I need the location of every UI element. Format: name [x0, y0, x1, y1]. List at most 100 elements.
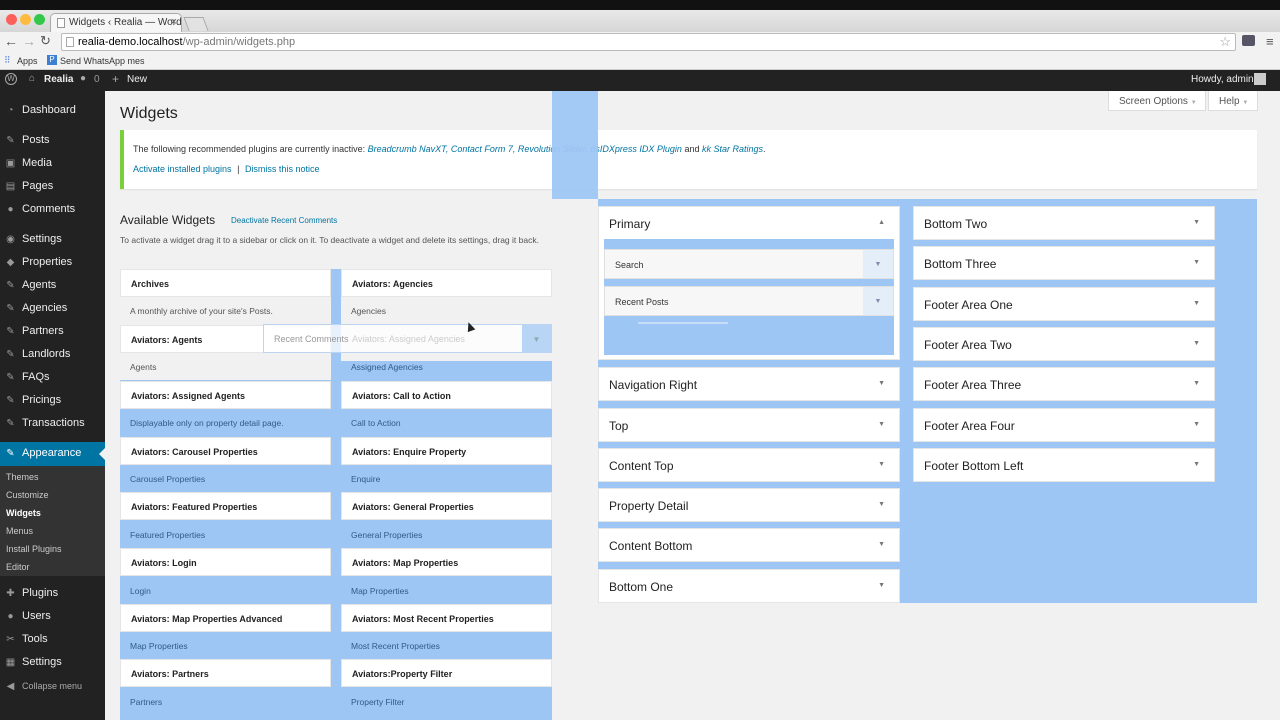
widget-login[interactable]: Aviators: Login [120, 548, 331, 576]
submenu-editor[interactable]: Editor [6, 562, 30, 572]
menu-partners[interactable]: ✎ Partners [0, 321, 105, 343]
sidebar-footer-area-one[interactable]: Footer Area One ▼ [913, 287, 1215, 321]
menu-agents[interactable]: ✎ Agents [0, 275, 105, 297]
chevron-down-icon[interactable]: ▼ [1193, 421, 1200, 428]
menu-pages[interactable]: ▤ Pages [0, 176, 105, 198]
dismiss-notice-link[interactable]: Dismiss this notice [245, 164, 320, 174]
widget-carousel-properties[interactable]: Aviators: Carousel Properties [120, 437, 331, 465]
close-tab-icon[interactable]: × [171, 16, 177, 28]
camera-icon[interactable] [1242, 35, 1255, 46]
submenu-themes[interactable]: Themes [6, 472, 39, 482]
menu-media[interactable]: ▣ Media [0, 153, 105, 175]
menu-transactions[interactable]: ✎ Transactions [0, 413, 105, 435]
help-button[interactable]: Help ▼ [1208, 91, 1258, 111]
dragging-widget[interactable]: Recent Comments Aviators: Assigned Agenc… [263, 324, 552, 353]
sidebar-footer-area-four[interactable]: Footer Area Four ▼ [913, 408, 1215, 442]
site-name[interactable]: Realia [44, 74, 73, 85]
chevron-down-icon[interactable]: ▼ [1193, 219, 1200, 226]
chevron-down-icon[interactable]: ▼ [878, 421, 885, 428]
chevron-up-icon[interactable]: ▲ [878, 219, 885, 226]
menu-dashboard[interactable]: ◔ Dashboard [0, 100, 105, 122]
back-icon[interactable]: ← [4, 33, 18, 49]
widget-enquire-property[interactable]: Aviators: Enquire Property [341, 437, 552, 465]
sidebar-content-top[interactable]: Content Top ▼ [598, 448, 900, 482]
inactive-plugins-list[interactable]: Breadcrumb NavXT, Contact Form 7, Revolu… [368, 144, 682, 154]
sidebar-footer-bottom-left[interactable]: Footer Bottom Left ▼ [913, 448, 1215, 482]
sidebar-bottom-three[interactable]: Bottom Three ▼ [913, 246, 1215, 280]
sidebar-property-detail[interactable]: Property Detail ▼ [598, 488, 900, 522]
chevron-down-icon[interactable]: ▼ [1193, 259, 1200, 266]
star-icon[interactable]: ☆ [1219, 34, 1231, 50]
reload-icon[interactable]: ↻ [40, 33, 51, 49]
widget-featured-properties[interactable]: Aviators: Featured Properties [120, 492, 331, 520]
sidebar-bottom-one[interactable]: Bottom One ▼ [598, 569, 900, 603]
widget-map-properties-advanced[interactable]: Aviators: Map Properties Advanced [120, 604, 331, 632]
chevron-down-icon[interactable]: ▼ [878, 380, 885, 387]
chevron-down-icon[interactable]: ▼ [863, 250, 893, 278]
deactivate-link[interactable]: Deactivate Recent Comments [231, 216, 337, 225]
browser-tab[interactable]: Widgets ‹ Realia — WordPress × [50, 13, 182, 32]
close-window-icon[interactable] [6, 14, 17, 25]
chevron-down-icon[interactable]: ▼ [878, 501, 885, 508]
submenu-install-plugins[interactable]: Install Plugins [6, 544, 62, 554]
maximize-window-icon[interactable] [34, 14, 45, 25]
widget-call-to-action[interactable]: Aviators: Call to Action [341, 381, 552, 409]
submenu-customize[interactable]: Customize [6, 490, 49, 500]
screen-options-button[interactable]: Screen Options ▼ [1108, 91, 1206, 111]
primary-widget-search[interactable]: Search ▼ [604, 249, 894, 279]
forward-icon[interactable]: → [22, 33, 36, 49]
primary-widget-recent-posts[interactable]: Recent Posts ▼ [604, 286, 894, 316]
bookmark-apps[interactable]: Apps [17, 56, 38, 66]
menu-comments[interactable]: ● Comments [0, 199, 105, 221]
chevron-down-icon[interactable]: ▼ [1193, 380, 1200, 387]
kk-star-ratings-link[interactable]: kk Star Ratings [702, 144, 763, 154]
sidebar-top[interactable]: Top ▼ [598, 408, 900, 442]
menu-agencies[interactable]: ✎ Agencies [0, 298, 105, 320]
widget-general-properties[interactable]: Aviators: General Properties [341, 492, 552, 520]
activate-plugins-link[interactable]: Activate installed plugins [133, 164, 232, 174]
new-link[interactable]: New [127, 74, 147, 85]
widget-assigned-agents[interactable]: Aviators: Assigned Agents [120, 381, 331, 409]
chevron-down-icon[interactable]: ▼ [878, 582, 885, 589]
sidebar-navigation-right[interactable]: Navigation Right ▼ [598, 367, 900, 401]
widget-map-properties[interactable]: Aviators: Map Properties [341, 548, 552, 576]
chevron-down-icon[interactable]: ▼ [863, 287, 893, 315]
chevron-down-icon[interactable]: ▼ [878, 541, 885, 548]
chevron-down-icon[interactable]: ▼ [1193, 340, 1200, 347]
chevron-down-icon[interactable]: ▼ [1193, 461, 1200, 468]
menu-plugins[interactable]: ✚ Plugins [0, 583, 105, 605]
sidebar-bottom-two[interactable]: Bottom Two ▼ [913, 206, 1215, 240]
widget-property-filter[interactable]: Aviators:Property Filter [341, 659, 552, 687]
sidebar-footer-area-three[interactable]: Footer Area Three ▼ [913, 367, 1215, 401]
widget-partners[interactable]: Aviators: Partners [120, 659, 331, 687]
submenu-widgets[interactable]: Widgets [6, 508, 41, 518]
menu-icon[interactable]: ≡ [1266, 34, 1274, 49]
sidebar-footer-area-two[interactable]: Footer Area Two ▼ [913, 327, 1215, 361]
minimize-window-icon[interactable] [20, 14, 31, 25]
new-tab-button[interactable] [183, 17, 209, 31]
sidebar-content-bottom[interactable]: Content Bottom ▼ [598, 528, 900, 562]
chevron-down-icon[interactable]: ▼ [1193, 300, 1200, 307]
menu-appearance[interactable]: ✎ Appearance [0, 442, 105, 466]
menu-faqs[interactable]: ✎ FAQs [0, 367, 105, 389]
menu-settings-top[interactable]: ◉ Settings [0, 229, 105, 251]
widget-most-recent-properties[interactable]: Aviators: Most Recent Properties [341, 604, 552, 632]
menu-settings[interactable]: ▦ Settings [0, 652, 105, 674]
menu-users[interactable]: ● Users [0, 606, 105, 628]
wordpress-logo-icon[interactable]: W [5, 73, 17, 85]
chevron-down-icon[interactable]: ▼ [878, 461, 885, 468]
bookmark-whatsapp[interactable]: Send WhatsApp mes [60, 56, 145, 66]
avatar[interactable] [1254, 73, 1266, 85]
widget-agencies[interactable]: Aviators: Agencies [341, 269, 552, 297]
menu-tools[interactable]: ✂ Tools [0, 629, 105, 651]
comments-count[interactable]: 0 [94, 74, 100, 85]
widget-archives[interactable]: Archives [120, 269, 331, 297]
menu-posts[interactable]: ✎ Posts [0, 130, 105, 152]
chevron-down-icon[interactable]: ▼ [522, 325, 551, 353]
submenu-menus[interactable]: Menus [6, 526, 33, 536]
address-bar[interactable]: realia-demo.localhost/wp-admin/widgets.p… [61, 33, 1236, 51]
menu-pricings[interactable]: ✎ Pricings [0, 390, 105, 412]
howdy-user[interactable]: Howdy, admin [1191, 74, 1254, 85]
menu-landlords[interactable]: ✎ Landlords [0, 344, 105, 366]
menu-properties[interactable]: ◆ Properties [0, 252, 105, 274]
